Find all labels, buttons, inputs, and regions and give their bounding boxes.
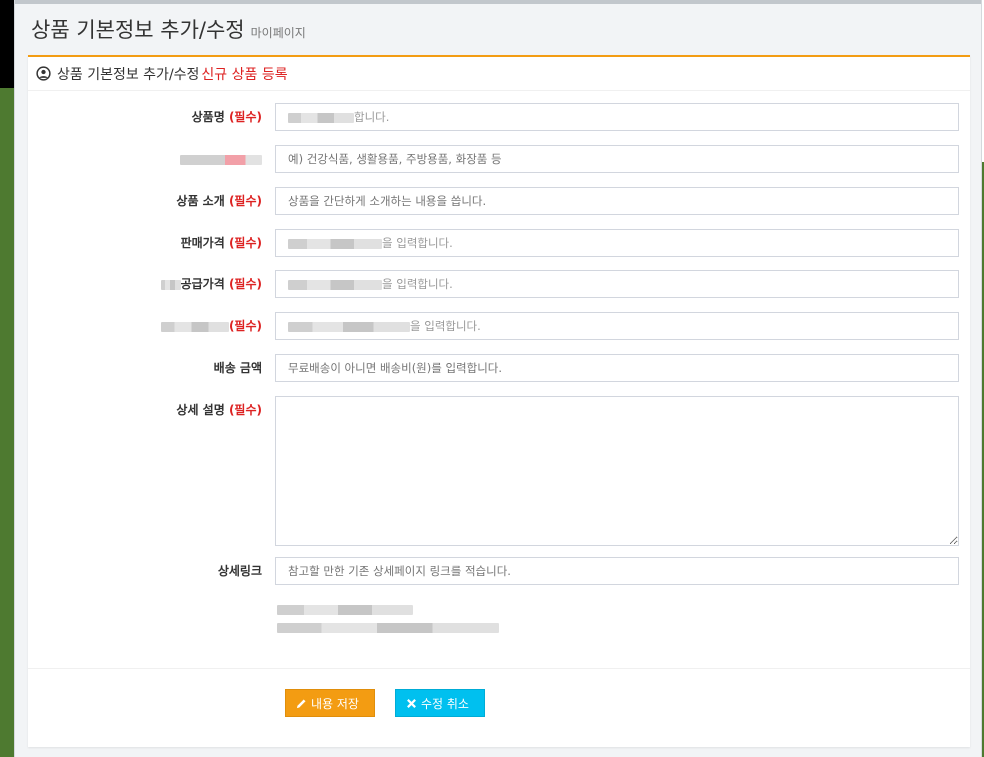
required-mark: (필수) <box>228 110 262 124</box>
detail-link-input[interactable] <box>275 557 959 585</box>
label-text: 상세 설명 <box>176 403 225 417</box>
cancel-button[interactable]: 수정 취소 <box>395 689 485 717</box>
blurred-label <box>180 154 262 165</box>
label-category <box>180 145 262 173</box>
supply-price-input[interactable]: 을 입력합니다. <box>275 270 959 298</box>
blurred-text <box>288 238 382 249</box>
placeholder-text: 합니다. <box>354 110 390 124</box>
save-button[interactable]: 내용 저장 <box>285 689 375 717</box>
blurred-note-line <box>277 605 413 615</box>
placeholder-text: 을 입력합니다. <box>382 236 453 250</box>
required-mark: (필수) <box>228 319 262 333</box>
help-note <box>277 605 499 641</box>
page-subtitle: 마이페이지 <box>250 26 306 40</box>
label-description: 상세 설명 (필수) <box>176 396 262 424</box>
form-footer: 내용 저장 수정 취소 <box>28 668 970 747</box>
label-text: 판매가격 <box>180 236 225 250</box>
label-product-intro: 상품 소개 (필수) <box>176 187 262 215</box>
panel-heading-text: 상품 기본정보 추가/수정 <box>57 66 200 83</box>
label-supply-price: 공급가격 (필수) <box>160 270 262 298</box>
product-intro-input[interactable] <box>275 187 959 215</box>
close-icon <box>407 698 416 708</box>
sale-price-input[interactable]: 을 입력합니다. <box>275 229 959 257</box>
background-dark-edge <box>0 0 14 88</box>
label-detail-link: 상세링크 <box>218 557 262 585</box>
form-panel: 상품 기본정보 추가/수정 신규 상품 등록 상품명 (필수) 합니다. 상품 … <box>28 55 970 747</box>
label-text: 상품 소개 <box>176 194 225 208</box>
required-mark: (필수) <box>228 194 262 208</box>
label-text: 상품명 <box>191 110 225 124</box>
cancel-button-label: 수정 취소 <box>421 696 469 711</box>
label-sale-price: 판매가격 (필수) <box>181 229 262 257</box>
blurred-label <box>160 321 229 332</box>
label-text: 배송 금액 <box>213 361 262 375</box>
required-mark: (필수) <box>228 403 262 417</box>
page-header: 상품 기본정보 추가/수정 마이페이지 <box>31 14 306 44</box>
label-shipping: 배송 금액 <box>214 354 262 382</box>
label-text: 공급가격 <box>180 277 225 291</box>
description-textarea[interactable] <box>275 396 959 546</box>
label-text: 상세링크 <box>217 564 262 578</box>
required-mark: (필수) <box>228 236 262 250</box>
user-circle-icon <box>36 66 51 81</box>
product-name-input[interactable]: 합니다. <box>275 103 959 131</box>
label-price-extra: (필수) <box>160 312 262 340</box>
panel-heading: 상품 기본정보 추가/수정 신규 상품 등록 <box>28 57 970 91</box>
price-extra-input[interactable]: 을 입력합니다. <box>275 312 959 340</box>
category-input[interactable] <box>275 145 959 173</box>
blurred-text <box>288 279 382 290</box>
blurred-note-line <box>277 623 499 633</box>
panel-heading-accent: 신규 상품 등록 <box>201 66 288 83</box>
shipping-fee-input[interactable] <box>275 354 959 382</box>
blurred-text <box>288 321 410 332</box>
blurred-text <box>288 112 354 123</box>
background-green-edge <box>0 88 14 757</box>
pencil-icon <box>296 698 306 708</box>
window-top-border <box>15 0 981 4</box>
placeholder-text: 을 입력합니다. <box>410 319 481 333</box>
dialog-window: 상품 기본정보 추가/수정 마이페이지 상품 기본정보 추가/수정 신규 상품 … <box>14 0 982 757</box>
label-product-name: 상품명 (필수) <box>192 103 262 131</box>
page-title: 상품 기본정보 추가/수정 <box>31 18 245 42</box>
blurred-label-prefix <box>160 279 181 290</box>
save-button-label: 내용 저장 <box>311 696 359 711</box>
placeholder-text: 을 입력합니다. <box>382 277 453 291</box>
required-mark: (필수) <box>228 277 262 291</box>
